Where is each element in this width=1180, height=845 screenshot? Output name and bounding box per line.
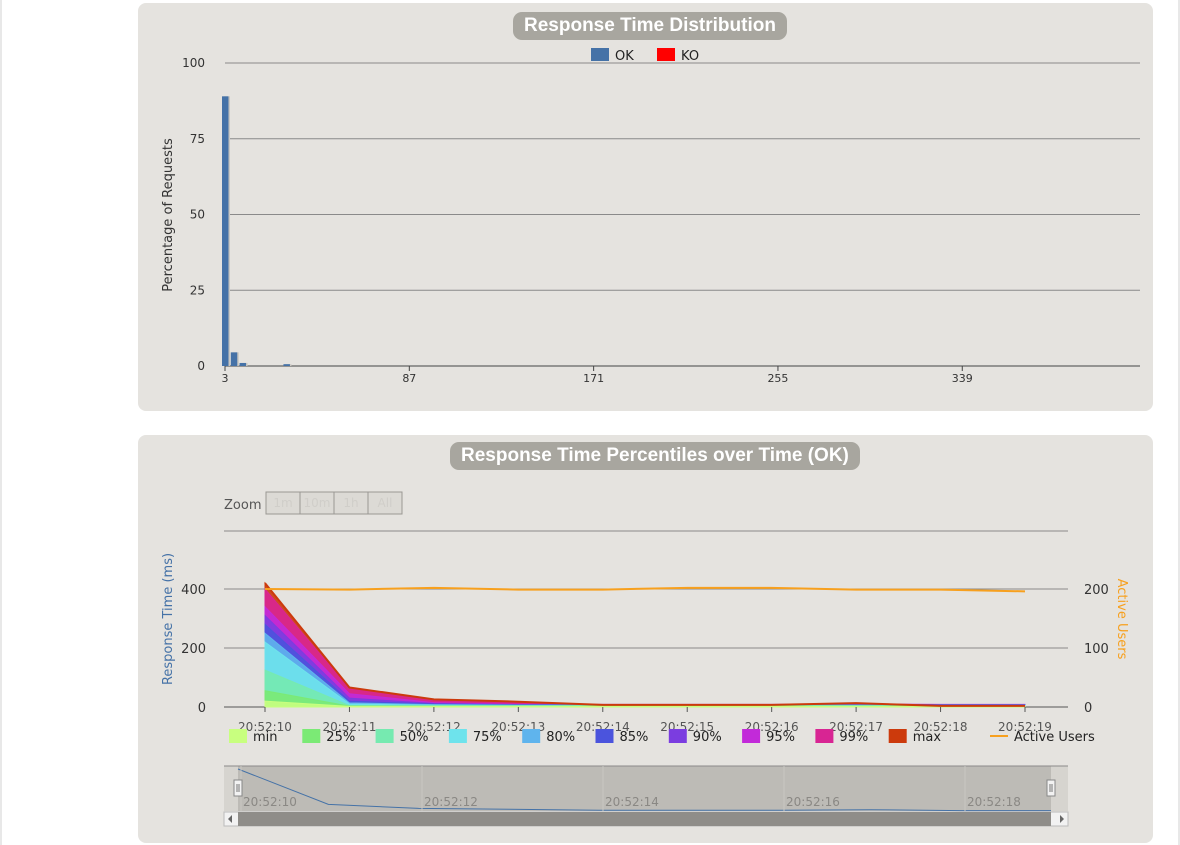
y-tick-label: 400: [181, 583, 206, 598]
x-tick-label: 339: [952, 372, 973, 385]
bar-ok: [283, 364, 290, 366]
y-axis-title: Response Time (ms): [161, 553, 176, 685]
navigator-tick-label: 20:52:18: [967, 795, 1021, 809]
zoom-button-label: 1m: [273, 496, 292, 510]
line-max: [264, 582, 1025, 707]
line-active-users: [264, 586, 1026, 593]
legend-swatch-99pct: [815, 729, 834, 743]
navigator-handle-right[interactable]: [1046, 779, 1056, 797]
legend-label: 50%: [400, 730, 429, 745]
area-max: [264, 581, 1026, 708]
zoom-button-label: All: [378, 496, 393, 510]
y-right-tick-label: 200: [1084, 583, 1109, 598]
y-tick-label: 0: [198, 701, 206, 716]
legend-swatch-max: [888, 729, 907, 743]
legend-label: 25%: [326, 730, 355, 745]
legend-swatch-85pct: [595, 729, 614, 743]
bar-ok: [239, 362, 247, 366]
navigator-tick-label: 20:52:10: [243, 795, 297, 809]
legend-label: 85%: [620, 730, 649, 745]
distribution-chart: 0 25 50 75 100 3 87 171 255 339 Percentage of Requ…: [161, 48, 1140, 385]
legend-label: 95%: [766, 730, 795, 745]
zoom-button-label: 1h: [343, 496, 358, 510]
legend-swatch-ko: [657, 48, 675, 61]
zoom-button-label: 10m: [304, 496, 331, 510]
bar-ok: [222, 96, 229, 366]
y-tick-label: 50: [190, 208, 205, 222]
legend-label: max: [913, 730, 942, 745]
x-tick-label: 3: [222, 372, 229, 385]
distribution-panel: 0 25 50 75 100 3 87 171 255 339 Percentage of Requ…: [138, 3, 1153, 411]
legend-swatch-min: [229, 729, 247, 743]
y-tick-label: 0: [197, 359, 205, 373]
navigator-tick-label: 20:52:14: [605, 795, 659, 809]
x-tick-label: 87: [402, 372, 416, 385]
x-tick-label: 171: [583, 372, 604, 385]
percentiles-chart: Zoom 1m 10m 1h All 0 200 400 0 100 200 Response Tim…: [161, 491, 1129, 827]
handle-body: [233, 779, 243, 797]
legend-label: Active Users: [1014, 730, 1095, 745]
legend-swatch-ok: [591, 48, 609, 61]
legend-label: 75%: [473, 730, 502, 745]
legend-label-ko: KO: [681, 49, 699, 64]
y-tick-label: 200: [181, 642, 206, 657]
handle-body: [1046, 779, 1056, 797]
y-tick-label: 100: [182, 56, 205, 70]
navigator-handle-left[interactable]: [233, 779, 243, 797]
page-left-border: [0, 0, 2, 845]
navigator-tick-label: 20:52:16: [786, 795, 840, 809]
navigator-tick-label: 20:52:12: [424, 795, 478, 809]
legend-label: min: [253, 730, 278, 745]
y-tick-label: 75: [190, 132, 205, 146]
y-axis-title: Percentage of Requests: [161, 138, 176, 292]
zoom-label: Zoom: [224, 498, 261, 513]
legend-swatch-25pct: [302, 729, 321, 743]
percentiles-title: Response Time Percentiles over Time (OK): [450, 442, 860, 470]
y-right-tick-label: 0: [1084, 701, 1092, 716]
y-right-tick-label: 100: [1084, 642, 1109, 657]
legend-swatch-95pct: [742, 729, 761, 743]
percentiles-panel: Zoom 1m 10m 1h All 0 200 400 0 100 200 Response Tim…: [138, 435, 1153, 843]
legend-swatch-75pct: [448, 729, 467, 743]
legend-label: 90%: [693, 730, 722, 745]
y-tick-label: 25: [190, 283, 205, 297]
legend-swatch-80pct: [522, 729, 541, 743]
legend-label-ok: OK: [615, 49, 634, 64]
legend-label: 80%: [546, 730, 575, 745]
y-right-axis-title: Active Users: [1114, 579, 1129, 660]
x-tick-label: 255: [767, 372, 788, 385]
navigator-scrollbar[interactable]: [223, 811, 1069, 827]
scrollbar-thumb: [238, 812, 1051, 826]
legend-swatch-50pct: [375, 729, 394, 743]
legend-swatch-90pct: [668, 729, 687, 743]
bar-ok: [230, 352, 238, 366]
distribution-title: Response Time Distribution: [513, 12, 787, 40]
legend-label: 99%: [839, 730, 868, 745]
